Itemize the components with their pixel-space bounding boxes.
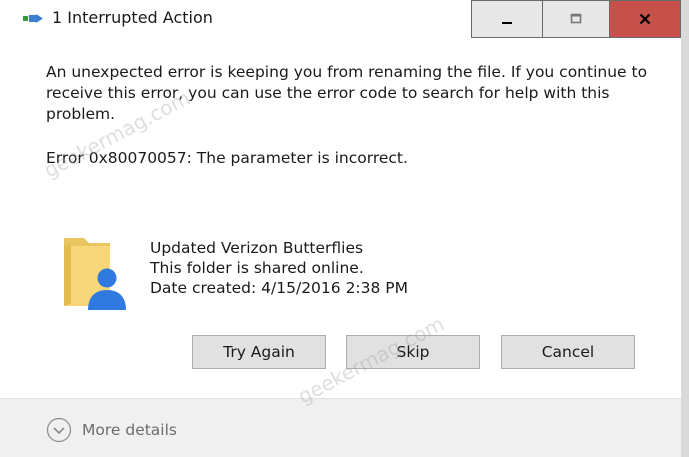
window-frame-right	[681, 0, 689, 457]
chevron-down-icon	[46, 417, 72, 443]
try-again-button[interactable]: Try Again	[192, 335, 326, 369]
interrupted-action-dialog: 1 Interrupted Action An unexpected error…	[0, 0, 689, 457]
dialog-footer: More details	[0, 398, 681, 457]
skip-button[interactable]: Skip	[346, 335, 480, 369]
title-bar: 1 Interrupted Action	[0, 0, 689, 38]
item-status: This folder is shared online.	[150, 259, 364, 277]
minimize-button[interactable]	[471, 0, 543, 38]
file-move-icon	[23, 14, 43, 23]
maximize-button[interactable]	[542, 0, 610, 38]
minimize-icon	[502, 22, 512, 24]
dialog-content: An unexpected error is keeping you from …	[0, 38, 681, 457]
close-button[interactable]	[609, 0, 681, 38]
more-details-toggle[interactable]: More details	[46, 417, 177, 443]
error-message: An unexpected error is keeping you from …	[46, 63, 648, 123]
cancel-button[interactable]: Cancel	[501, 335, 635, 369]
close-icon	[639, 13, 651, 25]
maximize-icon	[570, 13, 582, 24]
item-date-created: Date created: 4/15/2016 2:38 PM	[150, 279, 409, 297]
item-details: Updated Verizon Butterflies This folder …	[150, 238, 408, 298]
item-name: Updated Verizon Butterflies	[150, 239, 364, 257]
shared-folder-icon	[64, 238, 126, 310]
error-code: Error 0x80070057: The parameter is incor…	[46, 149, 408, 167]
more-details-label: More details	[82, 421, 177, 439]
window-title: 1 Interrupted Action	[52, 8, 213, 27]
